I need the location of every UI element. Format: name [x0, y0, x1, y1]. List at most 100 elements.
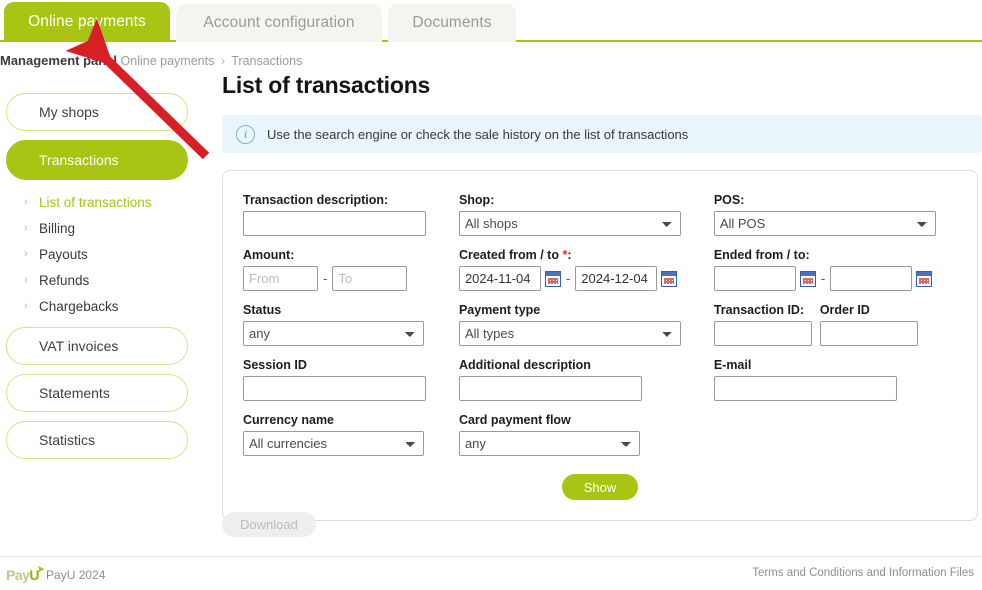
- sidebar-item-chargebacks-label: Chargebacks: [39, 298, 119, 314]
- field-amount: Amount: -: [243, 248, 459, 291]
- status-select[interactable]: any: [243, 321, 424, 346]
- chevron-right-icon: ›: [24, 248, 28, 260]
- payment-type-select[interactable]: All types: [458, 321, 681, 346]
- sidebar-item-transactions[interactable]: Transactions: [6, 140, 188, 180]
- filter-column-2: Shop: All shops Created from / to *: -: [458, 193, 714, 468]
- sidebar-item-payouts-label: Payouts: [39, 246, 88, 262]
- pos-select[interactable]: All POS: [713, 211, 936, 236]
- sidebar-item-refunds-label: Refunds: [39, 272, 90, 288]
- additional-description-input[interactable]: [458, 376, 642, 401]
- field-transaction-description: Transaction description:: [243, 193, 459, 236]
- chevron-right-icon: ›: [24, 196, 28, 208]
- field-ended-from-to: Ended from / to: -: [713, 248, 957, 291]
- sidebar-item-billing-label: Billing: [39, 220, 76, 236]
- card-payment-flow-select[interactable]: any: [458, 431, 640, 456]
- footer-terms-link[interactable]: Terms and Conditions and Information Fil…: [752, 567, 974, 579]
- breadcrumb-level-2[interactable]: Transactions: [231, 54, 302, 68]
- chevron-right-icon: ›: [24, 300, 28, 312]
- field-session-id: Session ID: [243, 358, 459, 401]
- filter-column-3: POS: All POS Ended from / to: - Transact…: [713, 193, 957, 468]
- created-from-to-label-suffix: :: [567, 248, 572, 262]
- field-card-payment-flow: Card payment flow any: [458, 413, 714, 456]
- order-id-input[interactable]: [819, 321, 918, 346]
- additional-description-label: Additional description: [458, 358, 591, 372]
- download-button[interactable]: Download: [222, 512, 316, 537]
- email-label: E-mail: [713, 358, 752, 372]
- chevron-right-icon: ›: [24, 274, 28, 286]
- app-root: Online payments Account configuration Do…: [0, 0, 982, 590]
- field-shop: Shop: All shops: [458, 193, 714, 236]
- sidebar-item-statistics[interactable]: Statistics: [6, 421, 188, 459]
- payu-logo-part1: Pay: [6, 567, 30, 583]
- transaction-description-input[interactable]: [243, 211, 426, 236]
- sidebar-item-statements[interactable]: Statements: [6, 374, 188, 412]
- shop-label: Shop:: [458, 193, 495, 207]
- sidebar-item-refunds[interactable]: › Refunds: [6, 267, 188, 293]
- transaction-filter-panel: Transaction description: Amount: - Statu…: [222, 170, 978, 521]
- calendar-icon-created-from[interactable]: [544, 270, 561, 287]
- created-to-input[interactable]: [575, 266, 658, 291]
- main-tabbar: Online payments Account configuration Do…: [0, 0, 982, 42]
- amount-range-separator: -: [323, 271, 328, 286]
- calendar-icon-ended-from[interactable]: [799, 270, 816, 287]
- amount-label: Amount:: [243, 248, 295, 262]
- info-banner-text: Use the search engine or check the sale …: [267, 126, 689, 142]
- created-range-separator: -: [565, 271, 571, 286]
- payu-logo-icon: PayU ➤: [6, 564, 45, 583]
- sidebar-item-chargebacks[interactable]: › Chargebacks: [6, 293, 188, 319]
- ended-from-to-label: Ended from / to:: [713, 248, 810, 262]
- footer-copyright: PayU 2024: [46, 568, 106, 582]
- email-input[interactable]: [713, 376, 897, 401]
- calendar-icon-ended-to[interactable]: [916, 270, 933, 287]
- currency-name-select[interactable]: All currencies: [243, 431, 424, 456]
- field-payment-type: Payment type All types: [458, 303, 714, 346]
- transaction-description-label: Transaction description:: [243, 193, 389, 207]
- pos-label: POS:: [713, 193, 745, 207]
- tab-online-payments[interactable]: Online payments: [4, 2, 170, 42]
- footer: PayU ➤ PayU 2024 Terms and Conditions and…: [0, 556, 982, 590]
- ended-range-separator: -: [820, 271, 826, 286]
- field-email: E-mail: [713, 358, 957, 401]
- ended-from-input[interactable]: [713, 266, 796, 291]
- info-banner: i Use the search engine or check the sal…: [222, 115, 982, 153]
- amount-to-input[interactable]: [332, 266, 408, 291]
- show-button[interactable]: Show: [561, 474, 639, 500]
- sidebar-item-vat-invoices-label: VAT invoices: [39, 338, 119, 354]
- transaction-id-input[interactable]: [713, 321, 812, 346]
- show-button-container: Show: [243, 474, 957, 500]
- tab-online-payments-label: Online payments: [28, 13, 146, 30]
- transaction-id-label: Transaction ID:: [713, 303, 805, 317]
- chevron-right-icon: ›: [24, 222, 28, 234]
- calendar-icon-created-to[interactable]: [661, 270, 678, 287]
- sidebar-item-list-of-transactions[interactable]: › List of transactions: [6, 189, 188, 215]
- tab-account-configuration[interactable]: Account configuration: [176, 4, 382, 42]
- filter-column-1: Transaction description: Amount: - Statu…: [243, 193, 459, 468]
- sidebar-item-my-shops[interactable]: My shops: [6, 93, 188, 131]
- page-title: List of transactions: [222, 72, 431, 98]
- created-from-to-label: Created from / to *:: [459, 248, 714, 262]
- tab-documents[interactable]: Documents: [388, 4, 516, 42]
- currency-name-label: Currency name: [243, 413, 335, 427]
- session-id-label: Session ID: [243, 358, 307, 372]
- sidebar-item-billing[interactable]: › Billing: [6, 215, 188, 241]
- field-transaction-order-id: Transaction ID: Order ID: [713, 303, 957, 346]
- shop-select[interactable]: All shops: [458, 211, 681, 236]
- tab-account-configuration-label: Account configuration: [203, 14, 355, 31]
- tab-documents-label: Documents: [412, 14, 492, 31]
- footer-left: PayU ➤ PayU 2024: [6, 564, 106, 583]
- sidebar-item-statistics-label: Statistics: [39, 432, 96, 448]
- info-icon: i: [236, 124, 255, 144]
- sidebar-item-vat-invoices[interactable]: VAT invoices: [6, 327, 188, 365]
- sidebar-item-payouts[interactable]: › Payouts: [6, 241, 188, 267]
- created-from-input[interactable]: [458, 266, 541, 291]
- breadcrumb-root[interactable]: Management panel: [0, 53, 117, 68]
- amount-from-input[interactable]: [243, 266, 318, 291]
- breadcrumb-level-1[interactable]: Online payments: [121, 54, 215, 68]
- status-label: Status: [243, 303, 282, 317]
- session-id-input[interactable]: [243, 376, 426, 401]
- payu-logo-tick-icon: ➤: [37, 564, 45, 574]
- sidebar-sublist-transactions: › List of transactions › Billing › Payou…: [6, 189, 188, 319]
- ended-to-input[interactable]: [830, 266, 913, 291]
- field-additional-description: Additional description: [458, 358, 714, 401]
- sidebar-item-list-of-transactions-label: List of transactions: [39, 194, 152, 210]
